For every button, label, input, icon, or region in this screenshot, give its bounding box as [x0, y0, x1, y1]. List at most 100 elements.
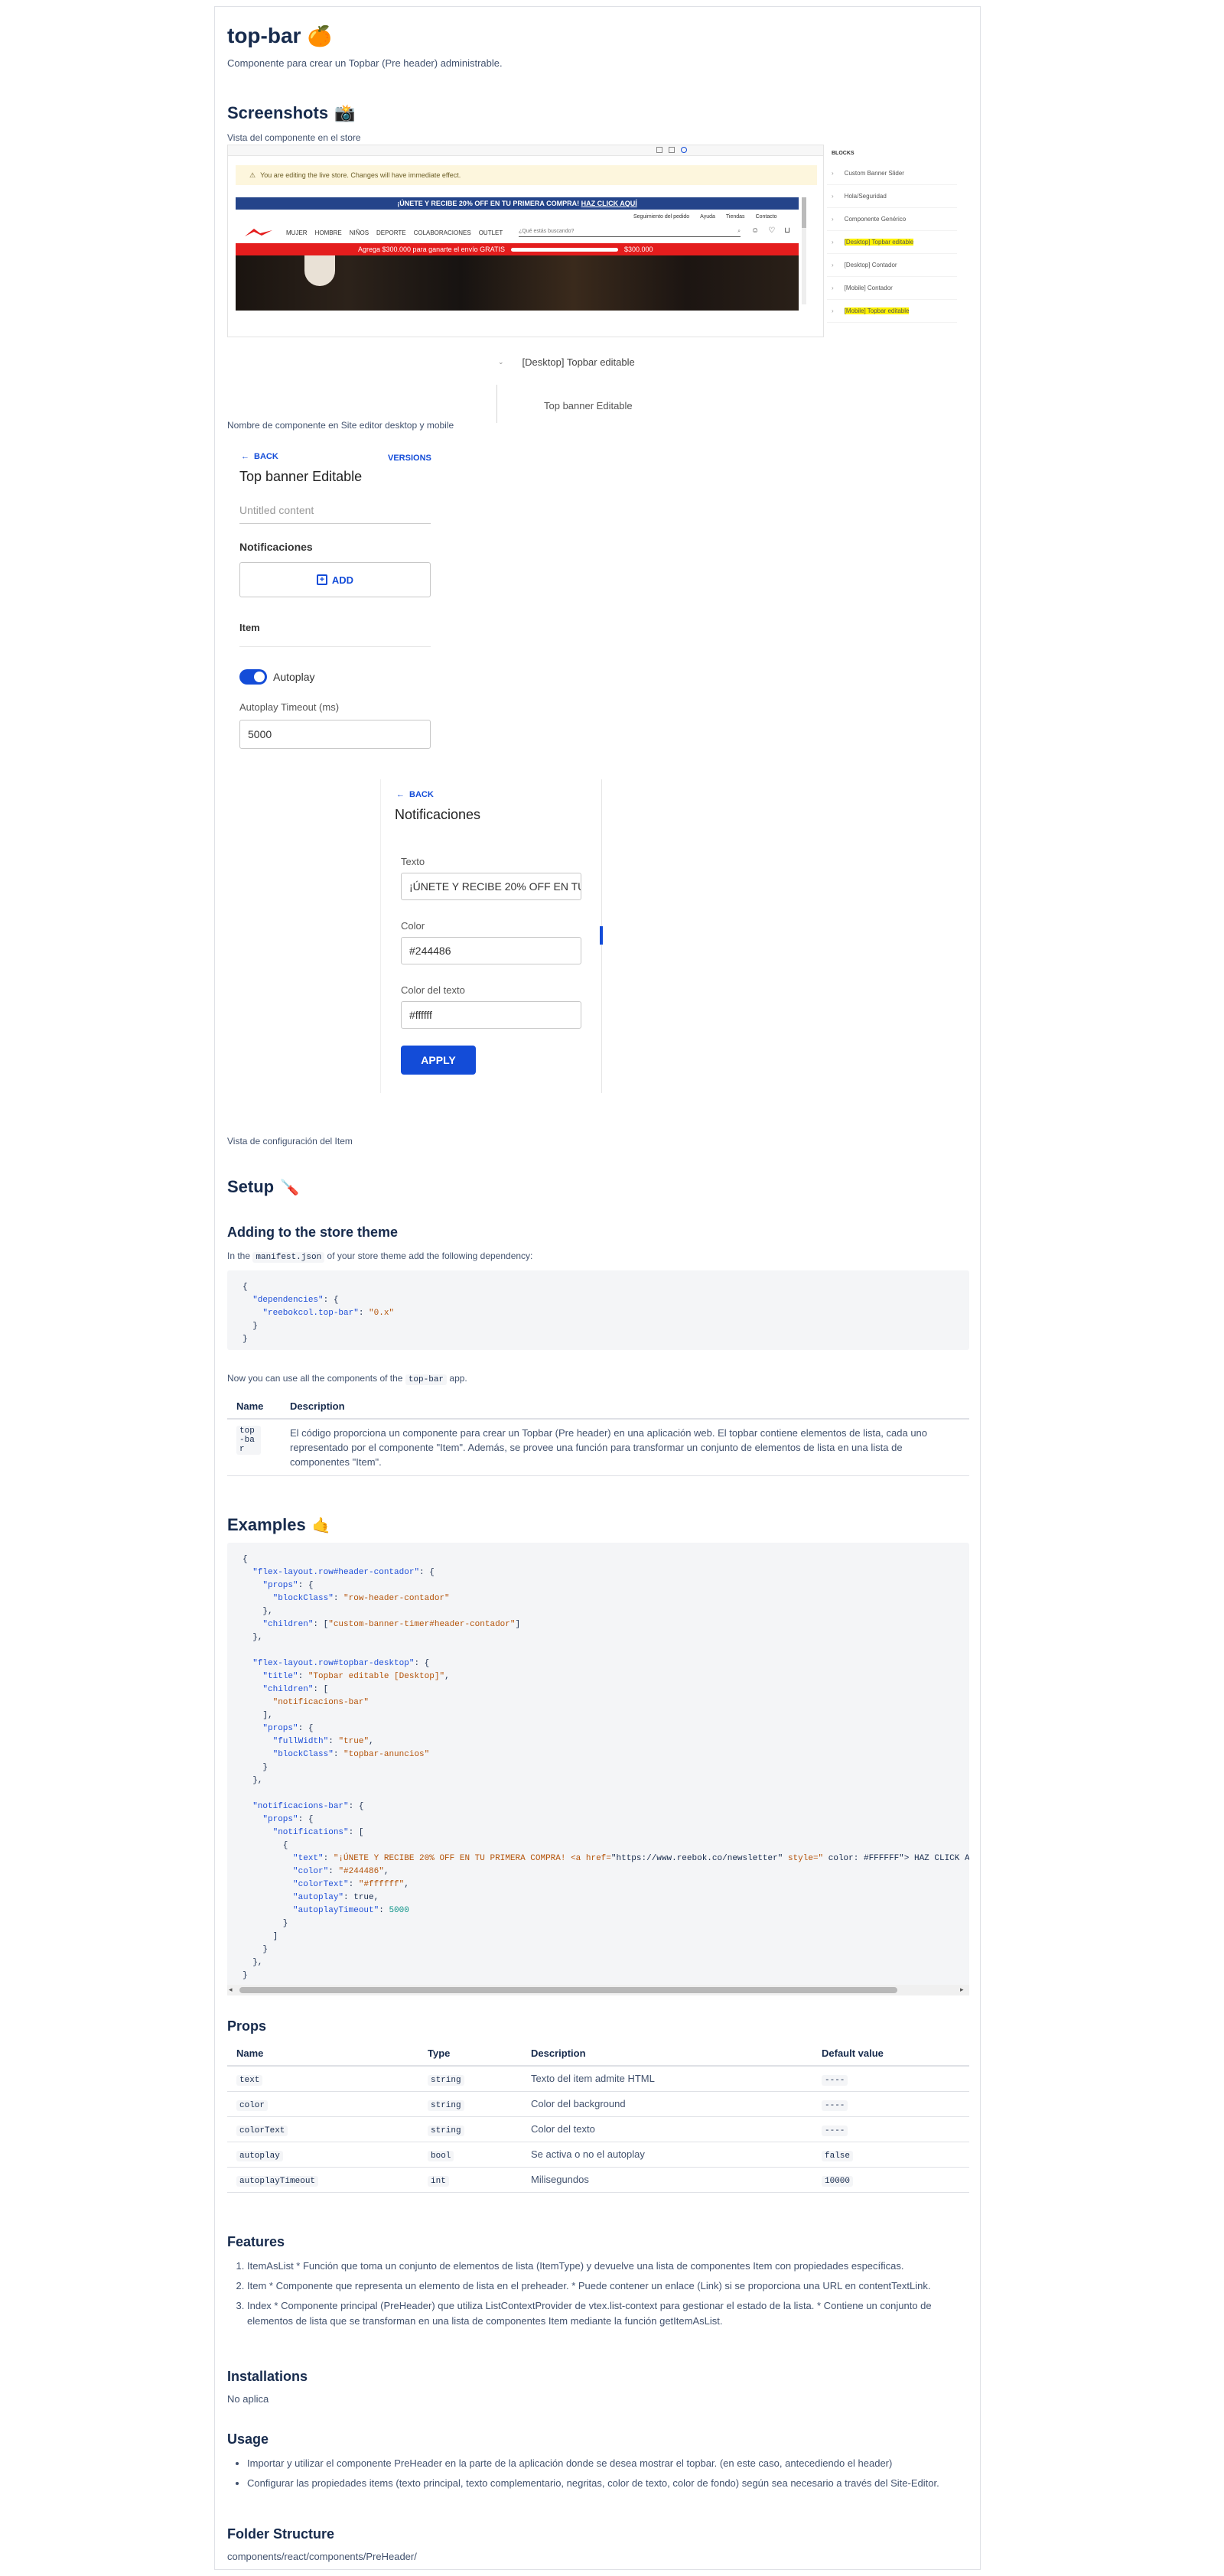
block-list-item[interactable]: › Custom Banner Slider — [827, 162, 957, 185]
prop-default: ---- — [822, 2075, 848, 2086]
chevron-right-icon[interactable]: › — [832, 239, 834, 246]
section-notificaciones: Notificaciones — [239, 541, 313, 553]
block-tree: ⌄ [Desktop] Topbar editable Top banner E… — [496, 353, 697, 437]
store-scrollbar[interactable] — [802, 197, 806, 304]
setup-intro-post: of your store theme add the following de… — [327, 1251, 533, 1261]
color-text-input[interactable]: #ffffff — [401, 1001, 581, 1029]
header-icons: ☺ ♡ ⊔ — [751, 226, 790, 235]
table-cell: string — [418, 2116, 522, 2142]
store-scrollbar-thumb[interactable] — [802, 197, 806, 228]
th-prop-default: Default value — [812, 2041, 969, 2067]
chevron-right-icon[interactable]: › — [832, 307, 834, 314]
th-prop-name: Name — [227, 2041, 418, 2067]
util-link[interactable]: Ayuda — [700, 214, 715, 220]
hero-banner-image — [236, 255, 799, 311]
back-link[interactable]: ← BACK — [241, 452, 278, 461]
item-editor-panel: ← BACK Notificaciones Texto ¡ÚNETE Y REC… — [380, 779, 603, 1093]
util-link[interactable]: Contacto — [756, 214, 777, 220]
th-name: Name — [227, 1394, 281, 1420]
editing-notice-text: You are editing the live store. Changes … — [260, 171, 461, 179]
nav-item[interactable]: COLABORACIONES — [414, 229, 471, 236]
nav-item[interactable]: MUJER — [286, 229, 308, 236]
prop-default: ---- — [822, 2100, 848, 2111]
chevron-down-icon[interactable]: ⌄ — [498, 358, 504, 366]
color-input[interactable]: #244486 — [401, 937, 581, 964]
promo-progress — [510, 247, 618, 252]
examples-code-block: { "flex-layout.row#header-contador": { "… — [227, 1543, 969, 1994]
mobile-icon[interactable] — [681, 147, 687, 153]
th-description: Description — [281, 1394, 969, 1420]
cart-icon[interactable]: ⊔ — [784, 226, 790, 235]
autoplay-toggle[interactable] — [239, 669, 267, 685]
util-link[interactable]: Tiendas — [726, 214, 745, 220]
scroll-right-icon[interactable]: ▸ — [960, 1986, 964, 1994]
chevron-right-icon[interactable]: › — [832, 262, 834, 268]
prop-type: bool — [428, 2151, 454, 2161]
panel-scroll-indicator[interactable] — [600, 926, 603, 945]
block-list-item[interactable]: › [Desktop] Contador — [827, 254, 957, 277]
apply-button[interactable]: APPLY — [401, 1046, 476, 1075]
block-list-item[interactable]: › Componente Genérico — [827, 208, 957, 231]
block-list-item[interactable]: › [Mobile] Topbar editable — [827, 300, 957, 323]
untitled-content-input[interactable]: Untitled content — [239, 504, 431, 524]
code-horizontal-scrollbar[interactable]: ◂ ▸ — [227, 1985, 969, 1995]
divider — [239, 646, 431, 647]
add-button[interactable]: + ADD — [239, 562, 431, 597]
prop-description: Milisegundos — [531, 2174, 589, 2185]
chevron-right-icon[interactable]: › — [832, 216, 834, 223]
block-list-item[interactable]: › Hola/Seguridad — [827, 185, 957, 208]
user-icon[interactable]: ☺ — [751, 226, 759, 235]
tree-child-label[interactable]: Top banner Editable — [544, 400, 633, 411]
nav-item[interactable]: HOMBRE — [315, 229, 342, 236]
tree-parent-row[interactable]: ⌄ [Desktop] Topbar editable — [498, 353, 697, 371]
store-search[interactable]: ¿Qué estás buscando? ⌕ — [519, 226, 741, 237]
table-cell: Se activa o no el autoplay — [522, 2142, 812, 2168]
versions-link[interactable]: VERSIONS — [388, 454, 431, 463]
nav-item[interactable]: OUTLET — [479, 229, 503, 236]
store-screenshot: ⚠ You are editing the live store. Change… — [227, 145, 824, 337]
timeout-label: Autoplay Timeout (ms) — [239, 701, 340, 713]
block-list-item-label: Hola/Seguridad — [844, 193, 887, 200]
search-icon[interactable]: ⌕ — [737, 229, 741, 235]
screenshots-heading: Screenshots 📸 — [227, 103, 355, 123]
component-description: El código proporciona un componente para… — [281, 1419, 969, 1476]
scrollbar-thumb[interactable] — [239, 1987, 897, 1993]
props-heading: Props — [227, 2018, 267, 2034]
util-link[interactable]: Seguimiento del pedido — [633, 214, 689, 220]
scroll-left-icon[interactable]: ◂ — [229, 1986, 233, 1994]
table-cell: Color del background — [522, 2091, 812, 2117]
reebok-logo[interactable] — [243, 227, 274, 238]
adding-to-store-heading: Adding to the store theme — [227, 1225, 399, 1240]
props-table-row: autoplay bool Se activa o no el autoplay fa… — [227, 2142, 969, 2168]
components-table: Name Description top-bar El código propo… — [227, 1394, 969, 1476]
prop-name: text — [236, 2075, 263, 2086]
item-label[interactable]: Item — [239, 622, 260, 633]
heart-icon[interactable]: ♡ — [768, 226, 775, 235]
setup-heading-text: Setup — [227, 1177, 275, 1196]
color-label: Color — [401, 920, 425, 932]
block-list-item[interactable]: › [Mobile] Contador — [827, 277, 957, 300]
timeout-input[interactable]: 5000 — [239, 720, 431, 749]
props-table-row: autoplayTimeout int Milisegundos 10000 — [227, 2167, 969, 2193]
prop-name: autoplay — [236, 2151, 283, 2161]
chevron-right-icon[interactable]: › — [832, 285, 834, 291]
item-back-link[interactable]: ← BACK — [396, 790, 434, 799]
table-cell: colorText — [227, 2116, 418, 2142]
texto-input[interactable]: ¡ÚNETE Y RECIBE 20% OFF EN TU PRIMERA CO… — [401, 873, 581, 900]
chevron-right-icon[interactable]: › — [832, 193, 834, 200]
topbar-preview-link[interactable]: HAZ CLICK AQUÍ — [581, 200, 637, 207]
page-subtitle: Componente para crear un Topbar (Pre hea… — [227, 57, 503, 69]
arrow-left-icon: ← — [241, 452, 249, 461]
tablet-icon[interactable] — [669, 147, 675, 153]
now-text-post: app. — [449, 1373, 467, 1384]
prop-description: Se activa o no el autoplay — [531, 2148, 645, 2160]
desktop-icon[interactable] — [656, 147, 662, 153]
hero-figure — [304, 255, 335, 286]
chevron-right-icon[interactable]: › — [832, 170, 834, 177]
table-cell: ---- — [812, 2066, 969, 2092]
table-cell: Color del texto — [522, 2116, 812, 2142]
block-list-item[interactable]: › [Desktop] Topbar editable — [827, 231, 957, 254]
table-cell: int — [418, 2167, 522, 2193]
nav-item[interactable]: NIÑOS — [350, 229, 369, 236]
nav-item[interactable]: DEPORTE — [376, 229, 406, 236]
